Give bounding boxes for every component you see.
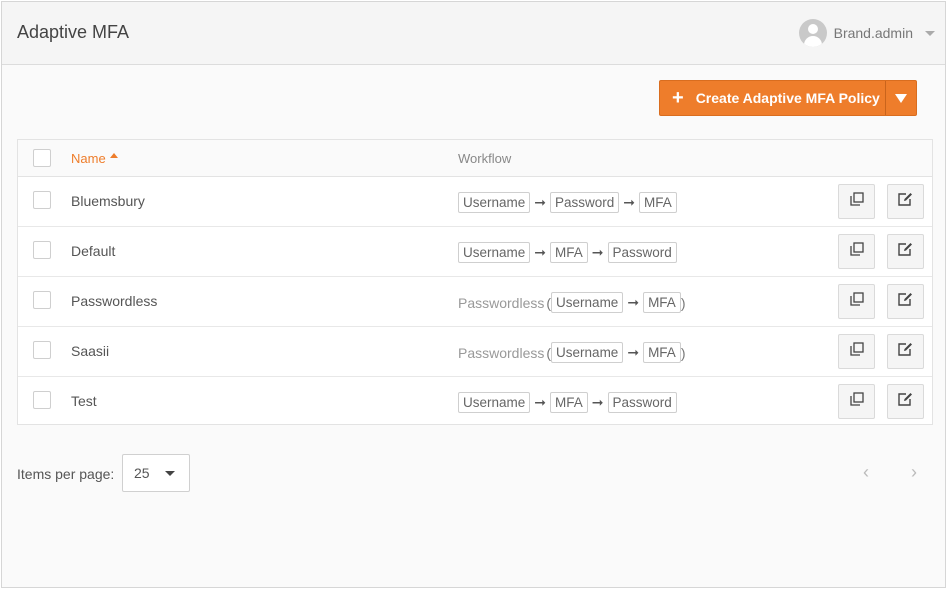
edit-button[interactable] (887, 184, 924, 219)
workflow-step: MFA (550, 242, 588, 263)
copy-button[interactable] (838, 234, 875, 269)
items-per-page-value: 25 (134, 465, 150, 481)
copy-button[interactable] (838, 184, 875, 219)
user-menu[interactable]: Brand.admin (798, 19, 935, 47)
copy-icon (849, 192, 864, 211)
workflow-step: Username (458, 242, 531, 263)
workflow-step: MFA (639, 192, 677, 213)
table-body: Bluemsbury Username ➞ Password ➞ MFA Default Us… (18, 177, 932, 427)
workflow-step: Password (607, 242, 677, 263)
column-header-name[interactable]: Name (71, 151, 118, 166)
workflow-step: Password (607, 392, 677, 413)
edit-button[interactable] (887, 284, 924, 319)
copy-icon (849, 242, 864, 261)
sort-ascending-icon (109, 153, 118, 158)
edit-button[interactable] (887, 334, 924, 369)
edit-button[interactable] (887, 384, 924, 419)
edit-button[interactable] (887, 234, 924, 269)
items-per-page-select[interactable]: 25 (122, 454, 190, 492)
row-checkbox[interactable] (33, 391, 51, 409)
workflow-step: Username (551, 292, 624, 313)
policy-name[interactable]: Test (71, 393, 97, 409)
policy-name[interactable]: Saasii (71, 343, 109, 359)
arrow-right-icon: ➞ (591, 394, 604, 410)
create-policy-button[interactable]: + Create Adaptive MFA Policy (660, 81, 886, 115)
policy-name[interactable]: Default (71, 243, 115, 259)
copy-icon (849, 292, 864, 311)
workflow-steps: Username ➞ Password ➞ MFA (458, 192, 677, 213)
workflow-step: Password (550, 192, 620, 213)
app-frame: Adaptive MFA Brand.admin + Create Adapti… (1, 1, 946, 588)
workflow-steps: Passwordless(Username ➞ MFA) (458, 292, 686, 313)
workflow-step: MFA (643, 292, 681, 313)
chevron-down-icon (925, 30, 935, 36)
user-avatar-icon (798, 19, 827, 47)
items-per-page-label: Items per page: (17, 466, 115, 482)
edit-icon (898, 192, 913, 211)
arrow-right-icon: ➞ (534, 394, 547, 410)
table-row: Passwordless Passwordless(Username ➞ MFA) (18, 277, 932, 327)
table-row: Saasii Passwordless(Username ➞ MFA) (18, 327, 932, 377)
arrow-right-icon: ➞ (534, 244, 547, 260)
edit-icon (898, 242, 913, 261)
table-row: Bluemsbury Username ➞ Password ➞ MFA (18, 177, 932, 227)
chevron-right-icon[interactable]: › (902, 460, 926, 484)
edit-icon (898, 392, 913, 411)
copy-icon (849, 392, 864, 411)
policy-name[interactable]: Bluemsbury (71, 193, 145, 209)
policy-table: Name Workflow Bluemsbury Username ➞ Passwor… (17, 139, 933, 425)
workflow-step: Username (551, 342, 624, 363)
policy-name[interactable]: Passwordless (71, 293, 157, 309)
arrow-right-icon: ➞ (627, 344, 640, 360)
table-row: Default Username ➞ MFA ➞ Password (18, 227, 932, 277)
chevron-down-icon (165, 471, 175, 476)
paren-close: ) (680, 344, 686, 361)
workflow-type: Passwordless (458, 344, 545, 361)
workflow-step: MFA (550, 392, 588, 413)
paren-close: ) (680, 294, 686, 311)
row-checkbox[interactable] (33, 291, 51, 309)
workflow-step: MFA (643, 342, 681, 363)
create-policy-button-group: + Create Adaptive MFA Policy (659, 80, 917, 116)
chevron-left-icon[interactable]: ‹ (854, 460, 878, 484)
arrow-right-icon: ➞ (534, 194, 547, 210)
edit-icon (898, 342, 913, 361)
page-title: Adaptive MFA (17, 22, 130, 42)
edit-icon (898, 292, 913, 311)
column-header-name-label: Name (71, 151, 106, 166)
row-checkbox[interactable] (33, 191, 51, 209)
arrow-right-icon: ➞ (627, 294, 640, 310)
arrow-right-icon: ➞ (591, 244, 604, 260)
create-policy-label: Create Adaptive MFA Policy (695, 90, 880, 106)
copy-icon (849, 342, 864, 361)
copy-button[interactable] (838, 284, 875, 319)
workflow-step: Username (458, 192, 531, 213)
select-all-checkbox[interactable] (33, 149, 51, 167)
workflow-step: Username (458, 392, 531, 413)
column-header-workflow: Workflow (458, 151, 512, 166)
row-checkbox[interactable] (33, 241, 51, 259)
table-row: Test Username ➞ MFA ➞ Password (18, 377, 932, 427)
workflow-steps: Username ➞ MFA ➞ Password (458, 242, 677, 263)
caret-down-icon (895, 93, 907, 103)
copy-button[interactable] (838, 334, 875, 369)
copy-button[interactable] (838, 384, 875, 419)
table-header: Name Workflow (18, 140, 932, 177)
page-header: Adaptive MFA Brand.admin (2, 2, 945, 65)
create-policy-dropdown-toggle[interactable] (886, 81, 916, 115)
workflow-steps: Username ➞ MFA ➞ Password (458, 392, 677, 413)
workflow-type: Passwordless (458, 294, 545, 311)
arrow-right-icon: ➞ (623, 194, 636, 210)
workflow-steps: Passwordless(Username ➞ MFA) (458, 342, 686, 363)
username: Brand.admin (833, 25, 913, 41)
row-checkbox[interactable] (33, 341, 51, 359)
plus-icon: + (672, 87, 684, 109)
